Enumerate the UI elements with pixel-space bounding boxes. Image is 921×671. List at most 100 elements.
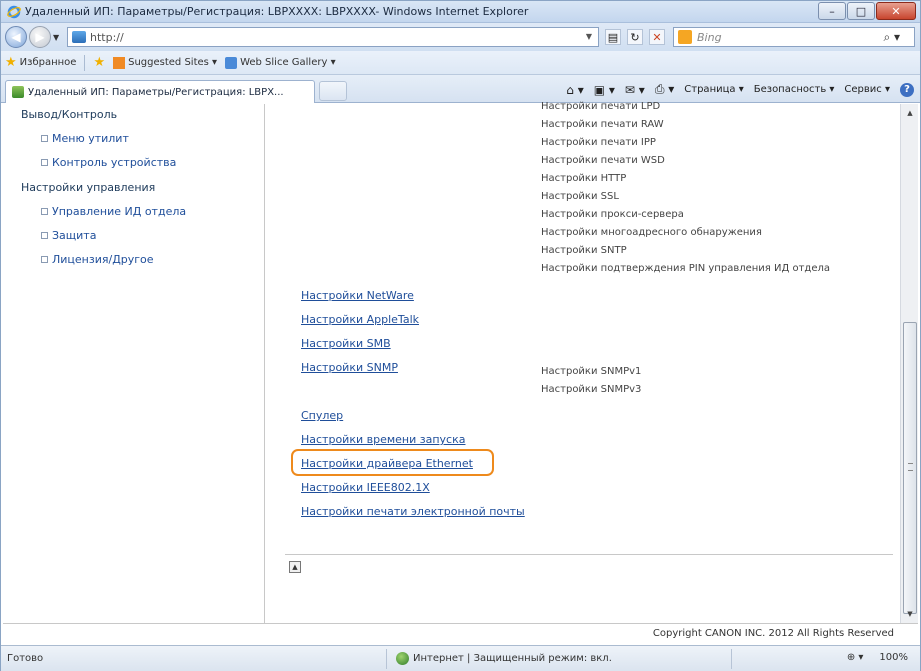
search-icon[interactable]: ⌕ ▾ bbox=[883, 30, 900, 45]
sub-link-proxy[interactable]: Настройки прокси-сервера bbox=[541, 209, 684, 220]
bullet-icon bbox=[41, 256, 48, 263]
scroll-up-icon[interactable]: ▲ bbox=[903, 106, 917, 120]
star-icon: ★ bbox=[5, 55, 17, 70]
page-content: Вывод/Контроль Меню утилит Контроль устр… bbox=[3, 101, 918, 623]
sub-link-sntp[interactable]: Настройки SNTP bbox=[541, 245, 627, 256]
forward-button[interactable]: ▶ bbox=[29, 26, 51, 48]
suggested-sites-link[interactable]: Suggested Sites ▾ bbox=[113, 56, 218, 69]
web-slice-label: Web Slice Gallery ▾ bbox=[240, 57, 336, 68]
protected-mode-icon[interactable]: ⊕ ▾ bbox=[847, 652, 864, 663]
sub-link-pin[interactable]: Настройки подтверждения PIN управления И… bbox=[541, 263, 830, 274]
vertical-scrollbar[interactable]: ▲ ▼ bbox=[900, 104, 918, 623]
sub-link-ssl[interactable]: Настройки SSL bbox=[541, 191, 619, 202]
window-controls: – □ ✕ bbox=[818, 2, 916, 20]
web-slice-icon bbox=[225, 56, 238, 69]
web-slice-gallery-link[interactable]: Web Slice Gallery ▾ bbox=[225, 56, 336, 69]
sidebar-item-security[interactable]: Защита bbox=[41, 229, 96, 242]
scroll-down-icon[interactable]: ▼ bbox=[903, 607, 917, 621]
back-to-top-icon[interactable]: ▲ bbox=[289, 561, 301, 573]
page-menu[interactable]: Страница ▾ bbox=[684, 84, 743, 95]
mail-icon[interactable]: ✉ ▾ bbox=[625, 83, 645, 97]
url-text: http:// bbox=[90, 30, 124, 44]
sidebar-item-device-control[interactable]: Контроль устройства bbox=[41, 156, 176, 169]
link-snmp[interactable]: Настройки SNMP bbox=[301, 361, 398, 374]
highlight-ring bbox=[291, 449, 494, 476]
tab-title: Удаленный ИП: Параметры/Регистрация: LBP… bbox=[28, 86, 284, 98]
sub-link-lpd[interactable]: Настройки печати LPD bbox=[541, 101, 660, 112]
zone-label: Интернет | Защищенный режим: вкл. bbox=[413, 653, 612, 664]
history-dropdown-icon[interactable]: ▼ bbox=[53, 33, 59, 42]
sidebar: Вывод/Контроль Меню утилит Контроль устр… bbox=[3, 104, 265, 623]
close-button[interactable]: ✕ bbox=[876, 2, 916, 20]
tools-menu[interactable]: Сервис ▾ bbox=[844, 84, 890, 95]
help-icon[interactable]: ? bbox=[900, 82, 914, 97]
sidebar-section-output: Вывод/Контроль bbox=[21, 108, 118, 121]
print-icon[interactable]: ⎙ ▾ bbox=[655, 82, 674, 97]
minimize-button[interactable]: – bbox=[818, 2, 846, 20]
home-icon[interactable]: ⌂ ▾ bbox=[566, 83, 583, 97]
search-field[interactable]: Bing ⌕ ▾ bbox=[673, 27, 915, 47]
sub-link-http[interactable]: Настройки HTTP bbox=[541, 173, 626, 184]
status-right: ⊕ ▾ 100% bbox=[847, 652, 908, 663]
sub-link-snmpv1[interactable]: Настройки SNMPv1 bbox=[541, 366, 641, 377]
window-title: Удаленный ИП: Параметры/Регистрация: LBP… bbox=[25, 5, 529, 18]
ie-logo-icon bbox=[7, 5, 21, 19]
suggested-sites-label: Suggested Sites ▾ bbox=[128, 57, 218, 68]
maximize-button[interactable]: □ bbox=[847, 2, 875, 20]
url-dropdown-icon[interactable]: ▼ bbox=[586, 32, 592, 41]
tab-current[interactable]: Удаленный ИП: Параметры/Регистрация: LBP… bbox=[5, 80, 315, 103]
link-netware[interactable]: Настройки NetWare bbox=[301, 289, 414, 302]
favorites-bar: ★ Избранное ★ Suggested Sites ▾ Web Slic… bbox=[1, 51, 920, 75]
feeds-icon[interactable]: ▣ ▾ bbox=[594, 83, 615, 97]
sub-link-snmpv3[interactable]: Настройки SNMPv3 bbox=[541, 384, 641, 395]
favorites-button[interactable]: ★ Избранное bbox=[5, 55, 76, 70]
sidebar-item-label: Контроль устройства bbox=[52, 156, 177, 169]
link-smb[interactable]: Настройки SMB bbox=[301, 337, 391, 350]
sub-link-ipp[interactable]: Настройки печати IPP bbox=[541, 137, 656, 148]
separator bbox=[731, 649, 732, 669]
link-appletalk[interactable]: Настройки AppleTalk bbox=[301, 313, 419, 326]
bullet-icon bbox=[41, 135, 48, 142]
favorites-label: Избранное bbox=[19, 57, 77, 68]
add-favorite-button[interactable]: ★ bbox=[93, 55, 105, 70]
sidebar-item-label: Управление ИД отдела bbox=[52, 205, 187, 218]
sub-link-multicast[interactable]: Настройки многоадресного обнаружения bbox=[541, 227, 762, 238]
safety-menu[interactable]: Безопасность ▾ bbox=[754, 84, 835, 95]
tab-favicon-icon bbox=[12, 86, 24, 98]
bullet-icon bbox=[41, 232, 48, 239]
status-bar: Готово Интернет | Защищенный режим: вкл.… bbox=[1, 645, 920, 671]
status-ready: Готово bbox=[7, 653, 44, 664]
sidebar-item-label: Защита bbox=[52, 229, 97, 242]
scroll-thumb[interactable] bbox=[903, 322, 917, 614]
search-placeholder: Bing bbox=[697, 30, 722, 44]
security-zone[interactable]: Интернет | Защищенный режим: вкл. bbox=[396, 652, 612, 665]
add-favorite-icon: ★ bbox=[93, 55, 106, 70]
stop-icon[interactable]: ✕ bbox=[649, 29, 665, 45]
zoom-level[interactable]: 100% bbox=[879, 652, 908, 663]
link-email-print[interactable]: Настройки печати электронной почты bbox=[301, 505, 525, 518]
link-spooler[interactable]: Спулер bbox=[301, 409, 343, 422]
page-favicon-icon bbox=[72, 31, 86, 43]
address-actions: ▤ ↻ ✕ bbox=[605, 29, 665, 45]
separator bbox=[386, 649, 387, 669]
bing-icon bbox=[678, 30, 692, 44]
sub-link-raw[interactable]: Настройки печати RAW bbox=[541, 119, 664, 130]
sidebar-item-dept-id[interactable]: Управление ИД отдела bbox=[41, 205, 186, 218]
sub-link-wsd[interactable]: Настройки печати WSD bbox=[541, 155, 665, 166]
separator bbox=[84, 54, 86, 71]
bullet-icon bbox=[41, 159, 48, 166]
compatibility-icon[interactable]: ▤ bbox=[605, 29, 621, 45]
sidebar-item-label: Лицензия/Другое bbox=[52, 253, 154, 266]
title-bar: Удаленный ИП: Параметры/Регистрация: LBP… bbox=[1, 1, 920, 23]
sidebar-item-label: Меню утилит bbox=[52, 132, 129, 145]
browser-window: Удаленный ИП: Параметры/Регистрация: LBP… bbox=[0, 0, 921, 671]
link-ieee8021x[interactable]: Настройки IEEE802.1X bbox=[301, 481, 430, 494]
new-tab-button[interactable] bbox=[319, 81, 347, 101]
command-bar: ⌂ ▾ ▣ ▾ ✉ ▾ ⎙ ▾ Страница ▾ Безопасность … bbox=[566, 82, 914, 97]
sidebar-item-utilities[interactable]: Меню утилит bbox=[41, 132, 129, 145]
sidebar-item-license[interactable]: Лицензия/Другое bbox=[41, 253, 154, 266]
back-button[interactable]: ◀ bbox=[5, 26, 27, 48]
link-startup-time[interactable]: Настройки времени запуска bbox=[301, 433, 465, 446]
refresh-icon[interactable]: ↻ bbox=[627, 29, 643, 45]
url-field[interactable]: http:// ▼ bbox=[67, 27, 599, 47]
